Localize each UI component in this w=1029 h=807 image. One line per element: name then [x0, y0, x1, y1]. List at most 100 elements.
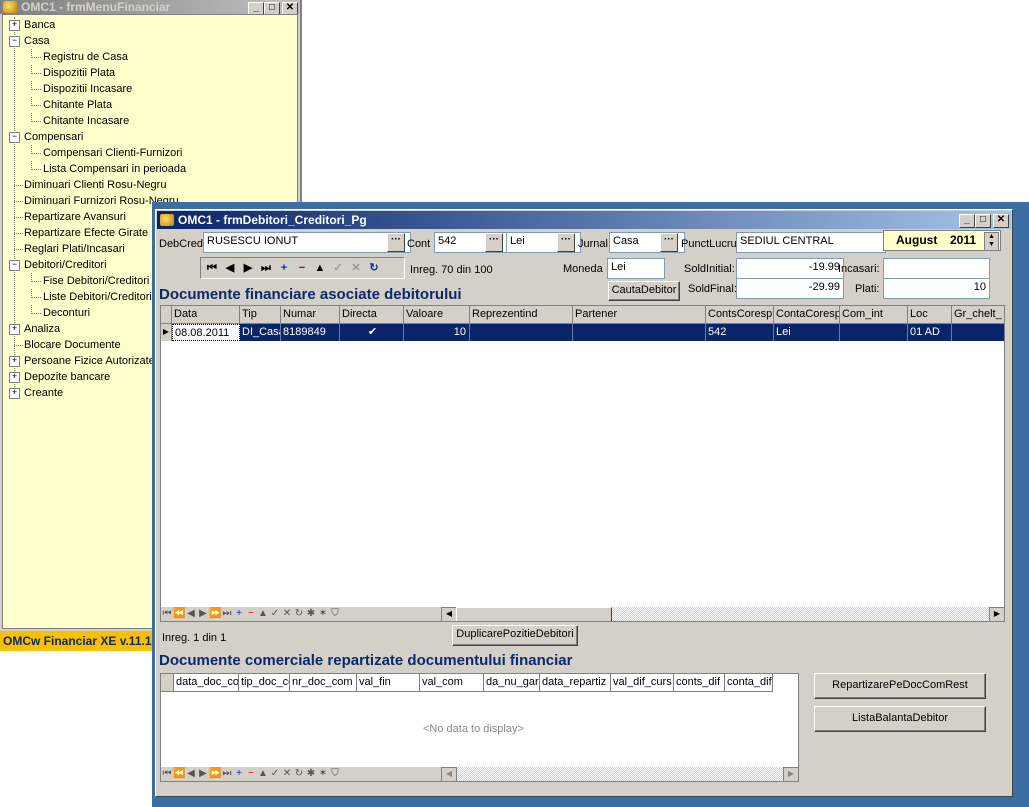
grid1-cell-reprezentind[interactable]	[470, 324, 573, 341]
grid1-column-header[interactable]: Tip	[240, 306, 281, 324]
expand-icon[interactable]: +	[9, 20, 20, 31]
tree-item[interactable]: Dispozitii Plata	[43, 65, 115, 81]
tree-item[interactable]: Analiza	[24, 321, 60, 337]
prior-icon[interactable]: ◀	[185, 767, 197, 781]
cont-lookup-button[interactable]: ···	[485, 233, 503, 252]
insert-icon[interactable]: +	[233, 607, 245, 621]
scroll-thumb[interactable]	[456, 607, 612, 621]
grid2-hscrollbar[interactable]: ◀ ▶	[441, 767, 798, 781]
grid1-cell-loc[interactable]: 01 AD	[908, 324, 952, 341]
first-page-icon[interactable]: ⏮	[161, 767, 173, 781]
tree-item[interactable]: Casa	[24, 33, 50, 49]
plati-input[interactable]: 10	[883, 278, 990, 299]
grid1-cell-valoare[interactable]: 10	[404, 324, 470, 341]
cancel-record-icon[interactable]: ✕	[347, 259, 365, 277]
cancel-icon[interactable]: ✕	[281, 607, 293, 621]
grid2-column-header[interactable]: conts_dif	[674, 674, 725, 692]
bookmark-icon[interactable]: ✱	[305, 767, 317, 781]
first-record-icon[interactable]: ⏮	[203, 259, 221, 277]
grid1-cell-data[interactable]: 08.08.2011	[172, 324, 240, 341]
insert-icon[interactable]: +	[233, 767, 245, 781]
grid2-column-header[interactable]: data_doc_co	[174, 674, 239, 692]
soldfinal-input[interactable]: -29.99	[736, 278, 844, 299]
next-icon[interactable]: ▶	[197, 607, 209, 621]
filter-icon[interactable]: ⛉	[329, 767, 341, 781]
tree-item[interactable]: Repartizare Efecte Girate	[24, 225, 148, 241]
grid1-column-header[interactable]: Data	[172, 306, 240, 324]
delete-record-icon[interactable]: −	[293, 259, 311, 277]
expand-icon[interactable]: +	[9, 324, 20, 335]
tree-item[interactable]: Diminuari Clienti Rosu-Negru	[24, 177, 166, 193]
grid2-column-header[interactable]: conta_dif	[725, 674, 773, 692]
minimize-button[interactable]: _	[959, 214, 975, 228]
post-icon[interactable]: ✓	[269, 607, 281, 621]
tree-item[interactable]: Persoane Fizice Autorizate	[24, 353, 155, 369]
scroll-left-button[interactable]: ◀	[441, 767, 457, 781]
next-record-icon[interactable]: ▶	[239, 259, 257, 277]
period-selector[interactable]: August 2011 ▲ ▼	[883, 230, 1001, 251]
grid1-column-header[interactable]: ContaCoresp	[774, 306, 840, 324]
grid2-column-header[interactable]: val_dif_curs	[611, 674, 674, 692]
scroll-right-button[interactable]: ▶	[783, 767, 798, 781]
collapse-icon[interactable]: −	[9, 36, 20, 47]
tree-item[interactable]: Debitori/Creditori	[24, 257, 107, 273]
next-icon[interactable]: ▶	[197, 767, 209, 781]
grid1-column-header[interactable]: Valoare	[404, 306, 470, 324]
grid1-cell-numar[interactable]: 8189849	[281, 324, 340, 341]
expand-icon[interactable]: +	[9, 372, 20, 383]
tree-item[interactable]: Chitante Plata	[43, 97, 112, 113]
grid1-column-header[interactable]: Directa	[340, 306, 404, 324]
grid1-cell-partener[interactable]	[573, 324, 706, 341]
tree-item[interactable]: Repartizare Avansuri	[24, 209, 126, 225]
main-window-titlebar[interactable]: OMC1 - frmDebitori_Creditori_Pg _ □ ✕	[157, 211, 1011, 229]
tree-item[interactable]: Dispozitii Incasare	[43, 81, 132, 97]
cancel-icon[interactable]: ✕	[281, 767, 293, 781]
grid1-cell-gr-chelt-[interactable]	[952, 324, 1004, 341]
bookmark-icon[interactable]: ✱	[305, 607, 317, 621]
last-icon[interactable]: ⏭	[221, 607, 233, 621]
refresh-icon[interactable]: ↻	[365, 259, 383, 277]
next-page-icon[interactable]: ⏩	[209, 607, 221, 621]
expand-icon[interactable]: +	[9, 356, 20, 367]
scroll-left-button[interactable]: ◀	[441, 607, 457, 621]
filter-icon[interactable]: ⛉	[329, 607, 341, 621]
debcred-lookup-button[interactable]: ···	[387, 233, 405, 252]
tree-item[interactable]: Creante	[24, 385, 63, 401]
goto-bookmark-icon[interactable]: ✶	[317, 767, 329, 781]
first-page-icon[interactable]: ⏮	[161, 607, 173, 621]
maximize-button[interactable]: □	[975, 214, 991, 228]
debcred-input[interactable]: RUSESCU IONUT	[203, 232, 411, 253]
menu-window-titlebar[interactable]: OMC1 - frmMenuFinanciar _ □ ✕	[0, 0, 300, 16]
directa-checkbox[interactable]: ✔	[340, 324, 404, 341]
grid2-column-header[interactable]: val_fin	[357, 674, 420, 692]
grid1-column-header[interactable]: ContsCoresp	[706, 306, 774, 324]
edit-record-icon[interactable]: ▲	[311, 259, 329, 277]
grid2-column-header[interactable]: data_repartiz	[540, 674, 611, 692]
currency-lookup-button[interactable]: ···	[557, 233, 575, 252]
grid1-column-header[interactable]: Loc	[908, 306, 952, 324]
lista-balanta-button[interactable]: ListaBalantaDebitor	[814, 706, 986, 732]
soldinitial-input[interactable]: -19.99	[736, 258, 844, 279]
scroll-right-button[interactable]: ▶	[989, 607, 1004, 621]
collapse-icon[interactable]: −	[9, 132, 20, 143]
grid1-hscrollbar[interactable]: ◀ ▶	[441, 607, 1004, 621]
tree-item[interactable]: Compensari	[24, 129, 83, 145]
delete-icon[interactable]: −	[245, 767, 257, 781]
period-spin-button[interactable]: ▲ ▼	[984, 232, 999, 251]
delete-icon[interactable]: −	[245, 607, 257, 621]
tree-item[interactable]: Depozite bancare	[24, 369, 110, 385]
repartizare-button[interactable]: RepartizarePeDocComRest	[814, 673, 986, 699]
grid1-cell-contscoresp[interactable]: 542	[706, 324, 774, 341]
tree-item[interactable]: Reglari Plati/Incasari	[24, 241, 125, 257]
grid2-column-header[interactable]: nr_doc_com	[290, 674, 357, 692]
grid1-cell-contacoresp[interactable]: Lei	[774, 324, 840, 341]
close-button[interactable]: ✕	[993, 214, 1009, 228]
grid1-column-header[interactable]: Partener	[573, 306, 706, 324]
last-record-icon[interactable]: ⏭	[257, 259, 275, 277]
tree-item[interactable]: Chitante Incasare	[43, 113, 129, 129]
grid2-column-header[interactable]: da_nu_gar	[484, 674, 540, 692]
next-page-icon[interactable]: ⏩	[209, 767, 221, 781]
tree-item[interactable]: Registru de Casa	[43, 49, 128, 65]
refresh-icon[interactable]: ↻	[293, 607, 305, 621]
prior-record-icon[interactable]: ◀	[221, 259, 239, 277]
